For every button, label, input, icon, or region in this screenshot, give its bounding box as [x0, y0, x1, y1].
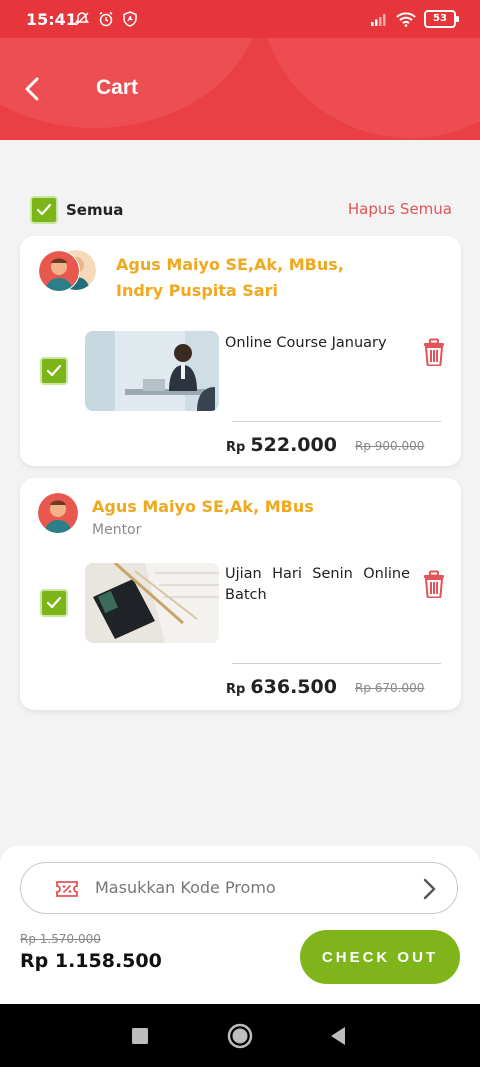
item-checkbox[interactable] — [40, 357, 68, 385]
mentor-name: Indry Puspita Sari — [116, 281, 278, 300]
course-thumbnail[interactable] — [85, 563, 219, 643]
clear-all-button[interactable]: Hapus Semua — [348, 200, 452, 218]
course-thumbnail[interactable] — [85, 331, 219, 411]
course-title[interactable]: Batch — [225, 585, 410, 606]
recents-icon[interactable] — [131, 1027, 149, 1045]
select-all-checkbox[interactable] — [30, 196, 58, 224]
back-arrow-icon[interactable] — [18, 74, 48, 104]
trash-icon[interactable] — [421, 338, 447, 366]
check-icon — [46, 596, 62, 609]
shield-icon — [123, 11, 137, 27]
promo-placeholder: Masukkan Kode Promo — [95, 878, 276, 897]
page-title: Cart — [96, 76, 139, 99]
select-all-label: Semua — [66, 201, 124, 219]
header: Cart — [0, 38, 480, 140]
system-nav-bar — [0, 1004, 480, 1067]
trash-icon[interactable] — [421, 570, 447, 598]
chevron-right-icon[interactable] — [419, 877, 439, 901]
mentor-role: Mentor — [92, 522, 142, 538]
checkout-button[interactable]: CHECK OUT — [300, 930, 460, 984]
mentor-avatar — [38, 250, 80, 292]
select-all-row[interactable]: Semua — [30, 196, 123, 224]
back-icon[interactable] — [329, 1026, 347, 1046]
check-icon — [36, 203, 52, 216]
divider — [232, 663, 441, 664]
notifications-off-icon — [75, 12, 89, 26]
cart-item-card: Agus Maiyo SE,Ak, MBus Mentor Ujian Hari… — [20, 478, 461, 710]
voucher-icon — [56, 881, 78, 897]
battery-icon: 53 — [424, 10, 459, 28]
price-currency: Rp — [226, 440, 246, 455]
course-title[interactable]: Online Course January — [225, 333, 387, 354]
status-bar: 15:41 53 — [0, 0, 480, 38]
total-price: Rp 1.158.500 — [20, 950, 162, 972]
cart-item-card: Agus Maiyo SE,Ak, MBus, Indry Puspita Sa… — [20, 236, 461, 466]
home-icon[interactable] — [227, 1023, 253, 1049]
course-title[interactable]: Ujian Hari Senin Online — [225, 564, 410, 585]
original-price: Rp 900.000 — [355, 439, 425, 453]
check-icon — [46, 364, 62, 377]
price-currency: Rp — [226, 682, 246, 697]
mentor-name: Agus Maiyo SE,Ak, MBus, — [116, 255, 344, 274]
promo-code-input[interactable]: Masukkan Kode Promo — [20, 862, 458, 914]
price: 522.000 — [250, 434, 337, 456]
mentor-avatar — [38, 493, 78, 533]
item-checkbox[interactable] — [40, 589, 68, 617]
signal-icon — [371, 14, 386, 26]
original-total: Rp 1.570.000 — [20, 932, 101, 946]
alarm-icon — [99, 11, 113, 27]
status-time: 15:41 — [26, 10, 77, 29]
wifi-icon — [396, 11, 416, 27]
price: 636.500 — [250, 676, 337, 698]
divider — [232, 421, 441, 422]
checkout-panel: Masukkan Kode Promo Rp 1.570.000 Rp 1.15… — [0, 846, 480, 1004]
original-price: Rp 670.000 — [355, 681, 425, 695]
mentor-name: Agus Maiyo SE,Ak, MBus — [92, 497, 314, 516]
